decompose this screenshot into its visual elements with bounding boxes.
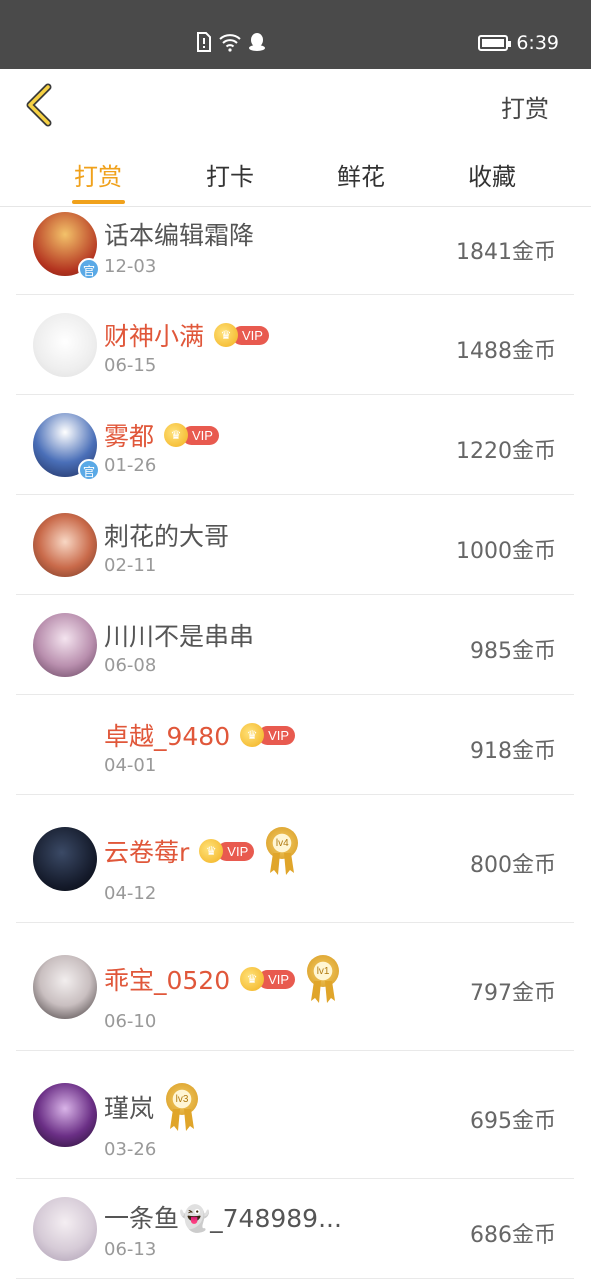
vip-badge: ♛ VIP (214, 323, 269, 347)
reward-date: 06-08 (104, 655, 157, 676)
avatar (33, 1083, 97, 1147)
list-item[interactable]: 一条鱼👻_748989... 06-13 686金币 (16, 1179, 574, 1279)
reward-amount: 800金币 (470, 853, 556, 878)
crown-icon: ♛ (164, 423, 189, 447)
reward-date: 12-03 (104, 256, 157, 277)
back-button[interactable] (22, 83, 58, 127)
user-name: 话本编辑霜降 (104, 221, 255, 250)
vip-badge: ♛ VIP (199, 839, 255, 863)
tab-flowers[interactable]: 鲜花 (311, 157, 411, 192)
vip-badge: ♛ VIP (240, 967, 296, 991)
reward-amount: 985金币 (470, 639, 556, 664)
user-name: 财神小满 (104, 322, 205, 351)
reward-action-button[interactable]: 打赏 (501, 89, 549, 124)
list-item[interactable]: 官 雾都 ♛ VIP 01-26 1220金币 (16, 395, 574, 495)
level-medal-icon: lv4 (264, 827, 300, 875)
clock: 6:39 (516, 32, 559, 54)
reward-amount: 1841金币 (456, 240, 556, 265)
reward-date: 04-12 (104, 883, 157, 904)
name-line: 财神小满 ♛ VIP (104, 317, 269, 353)
user-name: 一条鱼👻_748989... (104, 1204, 342, 1233)
medal-ribbon-icon (270, 853, 295, 875)
wifi-icon (219, 34, 241, 52)
battery-icon (478, 35, 512, 51)
reward-amount: 695金币 (470, 1109, 556, 1134)
avatar (33, 513, 97, 577)
list-item[interactable]: 乖宝_0520 ♛ VIP lv1 06-10 797金币 (16, 923, 574, 1051)
name-line: 川川不是串串 (104, 617, 254, 653)
list-item[interactable]: 刺花的大哥 02-11 1000金币 (16, 495, 574, 595)
list-item[interactable]: 卓越_9480 ♛ VIP 04-01 918金币 (16, 695, 574, 795)
crown-icon: ♛ (214, 323, 239, 347)
reward-date: 02-11 (104, 555, 157, 576)
verified-badge-icon: 官 (78, 459, 100, 481)
name-line: 瑾岚 lv3 (104, 1083, 200, 1131)
qq-icon (249, 33, 265, 51)
reward-date: 06-10 (104, 1011, 157, 1032)
user-name: 瑾岚 (104, 1094, 155, 1123)
avatar (33, 827, 97, 891)
reward-amount: 1488金币 (456, 339, 556, 364)
reward-amount: 918金币 (470, 739, 556, 764)
name-line: 卓越_9480 ♛ VIP (104, 717, 296, 753)
vip-badge: ♛ VIP (164, 423, 219, 447)
medal-ribbon-icon (311, 981, 336, 1003)
verified-badge-icon: 官 (78, 258, 100, 280)
avatar (33, 613, 97, 677)
list-item[interactable]: 财神小满 ♛ VIP 06-15 1488金币 (16, 295, 574, 395)
user-name: 川川不是串串 (104, 622, 255, 651)
list-item[interactable]: 云卷莓r ♛ VIP lv4 04-12 800金币 (16, 795, 574, 923)
name-line: 话本编辑霜降 (104, 216, 254, 252)
chevron-left-icon (26, 83, 52, 127)
list-item[interactable]: 官 话本编辑霜降 12-03 1841金币 (16, 207, 574, 295)
user-name: 卓越_9480 (104, 722, 231, 751)
vip-badge: ♛ VIP (240, 723, 296, 747)
user-name: 乖宝_0520 (104, 966, 231, 995)
status-right: 6:39 (478, 32, 559, 54)
reward-date: 01-26 (104, 455, 157, 476)
crown-icon: ♛ (199, 839, 224, 863)
list-item[interactable]: 川川不是串串 06-08 985金币 (16, 595, 574, 695)
name-line: 乖宝_0520 ♛ VIP lv1 (104, 955, 341, 1003)
name-line: 雾都 ♛ VIP (104, 417, 219, 453)
reward-list: 官 话本编辑霜降 12-03 1841金币 财神小满 ♛ VIP 06-15 14… (16, 207, 574, 1279)
tab-favorites[interactable]: 收藏 (442, 157, 542, 192)
user-name: 刺花的大哥 (104, 522, 230, 551)
reward-date: 03-26 (104, 1139, 157, 1160)
crown-icon: ♛ (240, 723, 265, 747)
avatar (33, 313, 97, 377)
header: 打赏 (0, 69, 591, 139)
level-medal-icon: lv1 (305, 955, 341, 1003)
user-name: 雾都 (104, 422, 155, 451)
tab-checkin[interactable]: 打卡 (180, 157, 280, 192)
reward-date: 06-15 (104, 355, 157, 376)
reward-date: 04-01 (104, 755, 157, 776)
crown-icon: ♛ (240, 967, 265, 991)
avatar (33, 1197, 97, 1261)
status-bar: 6:39 (0, 0, 591, 69)
avatar (33, 955, 97, 1019)
status-icons (196, 32, 266, 52)
medal-ribbon-icon (170, 1109, 195, 1131)
active-tab-indicator (72, 200, 125, 204)
reward-amount: 1000金币 (456, 539, 556, 564)
reward-amount: 797金币 (470, 981, 556, 1006)
tab-bar: 打赏 打卡 鲜花 收藏 (0, 139, 591, 207)
name-line: 云卷莓r ♛ VIP lv4 (104, 827, 300, 875)
tab-reward[interactable]: 打赏 (48, 157, 148, 192)
name-line: 一条鱼👻_748989... (104, 1199, 342, 1235)
reward-date: 06-13 (104, 1239, 157, 1260)
level-medal-icon: lv3 (164, 1083, 200, 1131)
user-name: 云卷莓r (104, 838, 190, 867)
reward-amount: 686金币 (470, 1223, 556, 1248)
name-line: 刺花的大哥 (104, 517, 229, 553)
sim-card-icon (197, 32, 211, 52)
reward-amount: 1220金币 (456, 439, 556, 464)
list-item[interactable]: 瑾岚 lv3 03-26 695金币 (16, 1051, 574, 1179)
